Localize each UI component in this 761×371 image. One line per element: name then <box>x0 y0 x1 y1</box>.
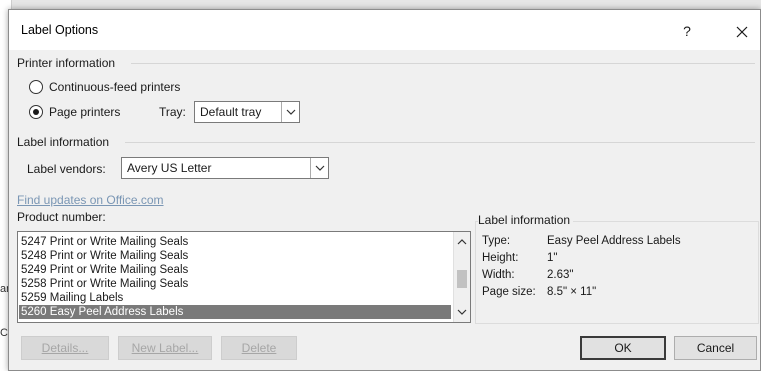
group-divider <box>131 63 755 64</box>
info-type-value: Easy Peel Address Labels <box>547 235 681 247</box>
info-page-size-key: Page size: <box>482 286 536 298</box>
page-printers-label: Page printers <box>49 105 121 119</box>
cancel-button[interactable]: Cancel <box>674 336 757 360</box>
scrollbar-thumb[interactable] <box>457 270 467 288</box>
list-item-selected[interactable]: 5260 Easy Peel Address Labels <box>19 305 451 319</box>
delete-button[interactable]: Delete <box>221 336 297 360</box>
help-button[interactable]: ? <box>673 17 701 45</box>
cancel-button-label: Cancel <box>696 341 735 355</box>
new-label-button[interactable]: New Label... <box>118 336 212 360</box>
product-number-label: Product number: <box>17 210 106 224</box>
list-item[interactable]: 5259 Mailing Labels <box>19 291 451 305</box>
label-vendors-select[interactable]: Avery US Letter <box>121 157 329 179</box>
list-item[interactable]: 5249 Print or Write Mailing Seals <box>19 263 451 277</box>
product-number-list[interactable]: 5247 Print or Write Mailing Seals 5248 P… <box>17 231 471 323</box>
info-height-key: Height: <box>482 252 519 264</box>
ok-button-label: OK <box>614 341 632 355</box>
info-type-key: Type: <box>482 235 511 247</box>
label-vendor-value: Avery US Letter <box>127 161 212 175</box>
details-button-label: Details... <box>41 341 89 355</box>
title-bar: Label Options ? <box>9 10 760 50</box>
background-text: C <box>0 327 8 339</box>
tray-label: Tray: <box>159 105 186 119</box>
label-vendors-label: Label vendors: <box>27 162 106 176</box>
label-options-dialog: Label Options ? Printer information Cont… <box>8 9 761 371</box>
ok-button[interactable]: OK <box>580 336 666 360</box>
chevron-down-icon <box>457 309 467 315</box>
info-width-key: Width: <box>482 269 515 281</box>
radio-button-checked-icon <box>29 105 43 119</box>
continuous-feed-label: Continuous-feed printers <box>49 80 181 94</box>
radio-button-icon <box>29 80 43 94</box>
dialog-title: Label Options <box>21 23 99 37</box>
info-width-value: 2.63" <box>547 269 574 281</box>
info-height-value: 1" <box>547 252 558 264</box>
close-button[interactable] <box>727 16 757 46</box>
find-updates-link[interactable]: Find updates on Office.com <box>17 193 164 207</box>
printer-information-heading: Printer information <box>17 56 116 70</box>
scroll-down-button[interactable] <box>454 304 470 320</box>
tray-select[interactable]: Default tray <box>194 101 300 123</box>
group-divider <box>125 142 755 143</box>
close-icon <box>736 26 748 38</box>
info-page-size-value: 8.5" × 11" <box>547 286 597 298</box>
new-label-button-label: New Label... <box>131 341 199 355</box>
list-scrollbar[interactable] <box>453 232 470 322</box>
page-printers-radio[interactable]: Page printers <box>29 102 120 122</box>
chevron-up-icon <box>457 239 467 245</box>
info-panel-heading: Label information <box>478 213 574 227</box>
chevron-down-icon <box>281 102 299 122</box>
scroll-up-button[interactable] <box>454 234 470 250</box>
continuous-feed-radio[interactable]: Continuous-feed printers <box>29 77 180 97</box>
list-item[interactable]: 5258 Print or Write Mailing Seals <box>19 277 451 291</box>
chevron-down-icon <box>310 158 328 178</box>
details-button[interactable]: Details... <box>21 336 109 360</box>
list-item[interactable]: 5248 Print or Write Mailing Seals <box>19 249 451 263</box>
delete-button-label: Delete <box>241 341 277 355</box>
tray-value: Default tray <box>200 105 262 119</box>
list-item[interactable]: 5247 Print or Write Mailing Seals <box>19 235 451 249</box>
label-information-heading: Label information <box>17 135 110 149</box>
